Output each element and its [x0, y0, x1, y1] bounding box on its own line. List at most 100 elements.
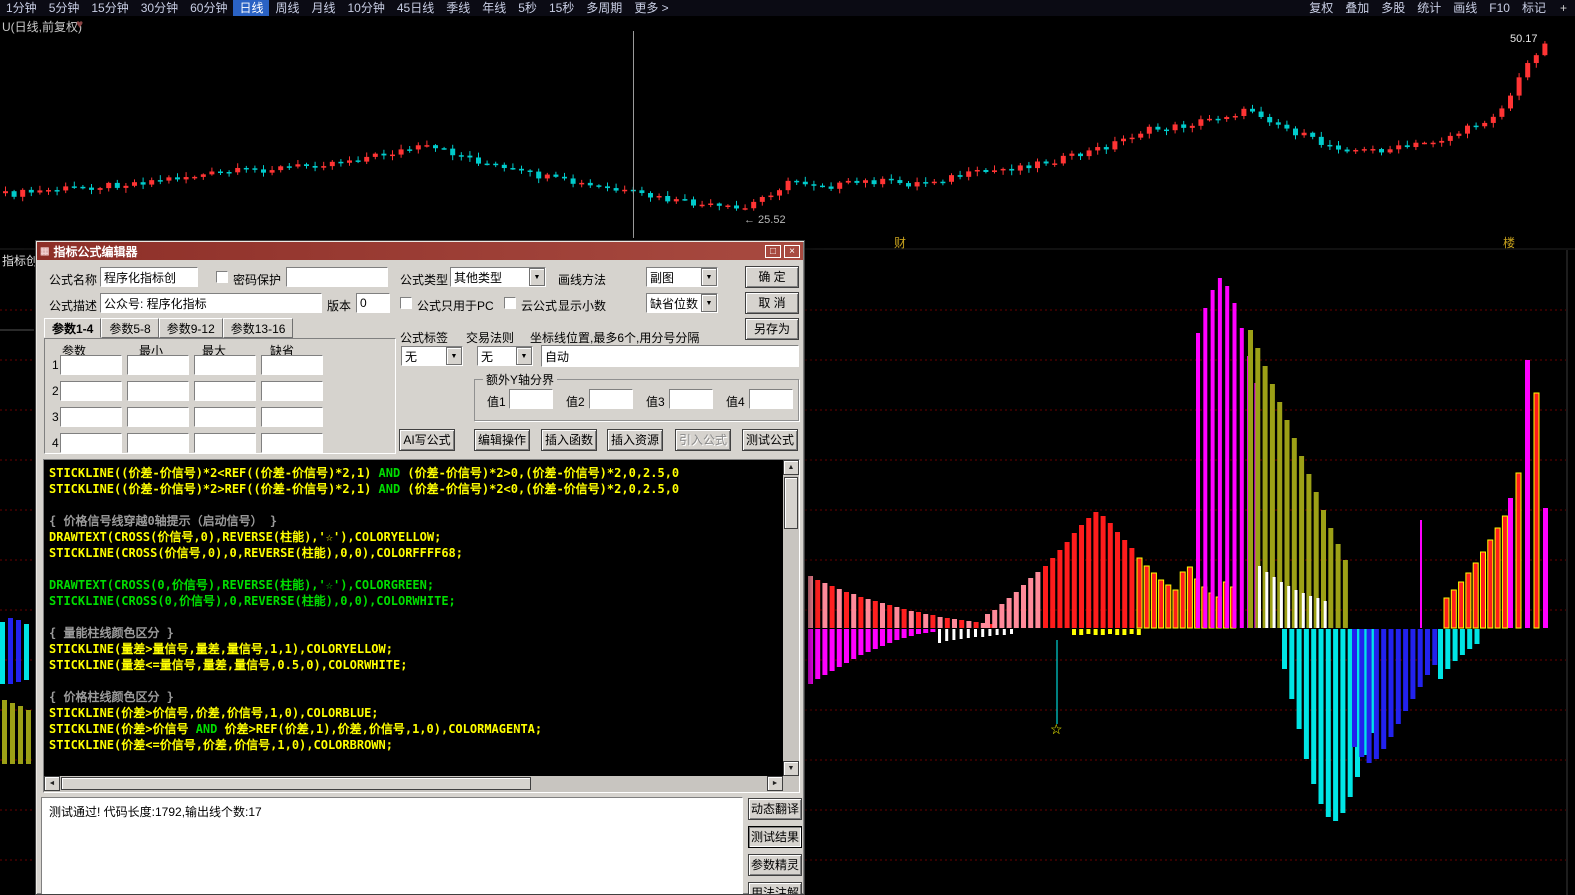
- toolbar-period[interactable]: 月线: [305, 0, 341, 16]
- cancel-button[interactable]: 取 消: [745, 292, 799, 314]
- param-input[interactable]: [127, 407, 189, 427]
- toolbar-period[interactable]: 10分钟: [342, 0, 391, 16]
- dropdown-arrow-icon[interactable]: ▼: [516, 347, 532, 365]
- value-label: 值1: [487, 393, 506, 410]
- version-input[interactable]: [356, 293, 390, 313]
- toolbar-period[interactable]: 60分钟: [184, 0, 233, 16]
- param-input[interactable]: [194, 355, 256, 375]
- toolbar-period[interactable]: 15秒: [543, 0, 580, 16]
- scroll-up-icon[interactable]: ▲: [783, 460, 799, 475]
- favorite-icon[interactable]: ♥: [76, 17, 83, 31]
- tab-参数5-8[interactable]: 参数5-8: [101, 318, 158, 338]
- action-button-插入函数[interactable]: 插入函数: [541, 429, 597, 451]
- coordinate-input[interactable]: [541, 345, 799, 367]
- toolbar-period[interactable]: 日线: [233, 0, 269, 16]
- toolbar-period[interactable]: 更多 >: [628, 0, 674, 16]
- value-input[interactable]: [749, 389, 793, 409]
- value-input[interactable]: [669, 389, 713, 409]
- scroll-right-icon[interactable]: ►: [767, 776, 783, 791]
- dropdown-arrow-icon[interactable]: ▼: [529, 268, 545, 286]
- toolbar-period[interactable]: 30分钟: [135, 0, 184, 16]
- toolbar-tool[interactable]: 多股: [1375, 0, 1411, 16]
- tab-参数9-12[interactable]: 参数9-12: [159, 318, 223, 338]
- param-input[interactable]: [261, 433, 323, 453]
- side-button-测试结果[interactable]: 测试结果: [748, 826, 802, 848]
- action-button-测试公式[interactable]: 测试公式: [742, 429, 798, 451]
- side-button-用法注解[interactable]: 用法注解: [748, 882, 802, 895]
- draw-method-select[interactable]: 副图 ▼: [646, 267, 718, 287]
- tab-参数1-4[interactable]: 参数1-4: [44, 318, 101, 338]
- param-input[interactable]: [261, 381, 323, 401]
- add-icon[interactable]: +: [1552, 1, 1575, 15]
- horizontal-scrollbar[interactable]: ◄ ►: [44, 776, 783, 792]
- toolbar-period[interactable]: 45日线: [391, 0, 440, 16]
- save-as-button[interactable]: 另存为: [745, 318, 799, 340]
- param-input[interactable]: [127, 433, 189, 453]
- formula-name-input[interactable]: [100, 267, 198, 287]
- dropdown-arrow-icon[interactable]: ▼: [446, 347, 462, 365]
- param-input[interactable]: [60, 407, 122, 427]
- toolbar-tool[interactable]: 叠加: [1339, 0, 1375, 16]
- param-input[interactable]: [261, 407, 323, 427]
- cloud-checkbox[interactable]: [504, 297, 516, 309]
- code-editor[interactable]: STICKLINE((价差-价信号)*2<REF((价差-价信号)*2,1) A…: [43, 459, 800, 793]
- code-line: STICKLINE(量差>量信号,量差,量信号,1,1),COLORYELLOW…: [49, 641, 781, 657]
- dialog-titlebar[interactable]: ▦ 指标公式编辑器 □ ×: [37, 242, 803, 260]
- param-input[interactable]: [60, 355, 122, 375]
- param-input[interactable]: [127, 355, 189, 375]
- password-input[interactable]: [286, 267, 388, 287]
- side-button-动态翻译[interactable]: 动态翻译: [748, 798, 802, 820]
- param-input[interactable]: [194, 407, 256, 427]
- toolbar-tool[interactable]: 标记: [1516, 0, 1552, 16]
- vertical-scroll-thumb[interactable]: [784, 477, 798, 529]
- pc-only-checkbox[interactable]: [400, 297, 412, 309]
- formula-tag-label: 公式标签: [400, 329, 448, 346]
- formula-type-select[interactable]: 其他类型 ▼: [450, 267, 546, 287]
- decimal-label: 显示小数: [558, 297, 606, 314]
- vertical-scrollbar[interactable]: ▲ ▼: [783, 460, 799, 776]
- restore-icon[interactable]: □: [765, 245, 781, 258]
- tab-参数13-16[interactable]: 参数13-16: [223, 318, 294, 338]
- toolbar-period[interactable]: 季线: [440, 0, 476, 16]
- password-checkbox[interactable]: [216, 271, 228, 283]
- toolbar-period[interactable]: 1分钟: [0, 0, 43, 16]
- action-button-AI写公式[interactable]: AI写公式: [399, 429, 455, 451]
- param-input[interactable]: [194, 433, 256, 453]
- toolbar-tool[interactable]: F10: [1483, 0, 1516, 16]
- close-icon[interactable]: ×: [784, 245, 800, 258]
- code-line: STICKLINE((价差-价信号)*2<REF((价差-价信号)*2,1) A…: [49, 465, 781, 481]
- toolbar-period[interactable]: 年线: [476, 0, 512, 16]
- ok-button[interactable]: 确 定: [745, 266, 799, 288]
- code-area[interactable]: STICKLINE((价差-价信号)*2<REF((价差-价信号)*2,1) A…: [45, 461, 783, 776]
- formula-desc-input[interactable]: [100, 293, 322, 313]
- horizontal-scroll-thumb[interactable]: [61, 777, 531, 790]
- toolbar-tool[interactable]: 画线: [1447, 0, 1483, 16]
- param-input[interactable]: [261, 355, 323, 375]
- param-input[interactable]: [60, 381, 122, 401]
- param-input[interactable]: [194, 381, 256, 401]
- toolbar-period[interactable]: 多周期: [580, 0, 628, 16]
- action-button-插入资源[interactable]: 插入资源: [607, 429, 663, 451]
- toolbar-tool[interactable]: 统计: [1411, 0, 1447, 16]
- param-input[interactable]: [127, 381, 189, 401]
- value-input[interactable]: [509, 389, 553, 409]
- action-button-编辑操作[interactable]: 编辑操作: [474, 429, 530, 451]
- scroll-left-icon[interactable]: ◄: [44, 776, 60, 791]
- value-input[interactable]: [589, 389, 633, 409]
- toolbar-period[interactable]: 5秒: [512, 0, 543, 16]
- toolbar-period[interactable]: 5分钟: [43, 0, 86, 16]
- code-line: STICKLINE(价差<=价信号,价差,价信号,1,0),COLORBROWN…: [49, 737, 781, 753]
- formula-tag-select[interactable]: 无 ▼: [401, 346, 463, 366]
- toolbar-period[interactable]: 15分钟: [85, 0, 134, 16]
- version-label: 版本: [327, 297, 351, 314]
- toolbar-period[interactable]: 周线: [269, 0, 305, 16]
- param-input[interactable]: [60, 433, 122, 453]
- scroll-down-icon[interactable]: ▼: [783, 761, 799, 776]
- scrollbar-corner: [783, 776, 799, 792]
- trade-rule-select[interactable]: 无 ▼: [477, 346, 533, 366]
- side-button-参数精灵[interactable]: 参数精灵: [748, 854, 802, 876]
- dropdown-arrow-icon[interactable]: ▼: [701, 294, 717, 312]
- dropdown-arrow-icon[interactable]: ▼: [701, 268, 717, 286]
- toolbar-tool[interactable]: 复权: [1303, 0, 1339, 16]
- decimal-select[interactable]: 缺省位数 ▼: [646, 293, 718, 313]
